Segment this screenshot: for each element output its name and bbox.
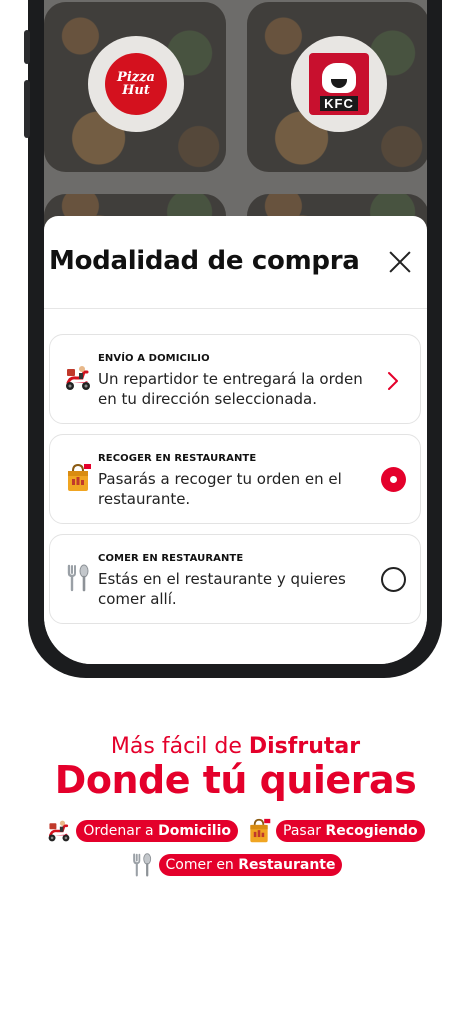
promo-tagline: Más fácil de Disfrutar <box>110 734 361 759</box>
promo-pill-row: Ordenar a Domicilio Pasar Recogiendo <box>0 818 471 844</box>
option-delivery[interactable]: ENVÍO A DOMICILIO Un repartidor te entre… <box>49 334 421 424</box>
pickup-bag-icon <box>246 818 272 844</box>
utensils-icon <box>64 563 92 593</box>
brand-logo-circle: KFC <box>291 36 387 132</box>
restaurant-tile-pizza-hut[interactable]: Pizza Hut <box>44 2 226 172</box>
delivery-scooter-icon <box>64 363 92 393</box>
modal-title: Modalidad de compra <box>49 246 360 276</box>
promo-pill-delivery: Ordenar a Domicilio <box>46 818 239 844</box>
option-caption: RECOGER EN RESTAURANTE <box>98 453 257 464</box>
promo-pill-pickup: Pasar Recogiendo <box>246 818 425 844</box>
radio-selected[interactable] <box>381 467 406 492</box>
phone-screen: Pizza Hut KFC Modalidad de compra ENVÍO … <box>44 0 427 664</box>
brand-logo-circle: Pizza Hut <box>88 36 184 132</box>
option-dine-in[interactable]: COMER EN RESTAURANTE Estás en el restaur… <box>49 534 421 624</box>
kfc-logo: KFC <box>309 53 369 115</box>
option-caption: ENVÍO A DOMICILIO <box>98 353 210 364</box>
option-description: Pasarás a recoger tu orden en el restaur… <box>98 470 342 508</box>
chevron-right-icon[interactable] <box>387 371 399 391</box>
promo-headline: Donde tú quieras <box>54 758 417 802</box>
colonel-face-icon <box>322 63 356 93</box>
purchase-mode-modal: Modalidad de compra ENVÍO A DOMICILIO Un… <box>44 216 427 664</box>
phone-volume-button <box>24 80 30 138</box>
phone-side-button <box>24 30 30 64</box>
restaurant-tile-kfc[interactable]: KFC <box>247 2 427 172</box>
utensils-icon <box>129 852 155 878</box>
promo-pill-row: Comer en Restaurante <box>0 852 471 878</box>
modal-header: Modalidad de compra <box>44 216 427 309</box>
radio-unselected[interactable] <box>381 567 406 592</box>
option-caption: COMER EN RESTAURANTE <box>98 553 244 564</box>
option-description: Un repartidor te entregará la orden en t… <box>98 370 363 408</box>
option-pickup[interactable]: RECOGER EN RESTAURANTE Pasarás a recoger… <box>49 434 421 524</box>
pizza-hut-logo: Pizza Hut <box>105 53 167 115</box>
option-description: Estás en el restaurante y quieres comer … <box>98 570 346 608</box>
restaurant-grid: Pizza Hut KFC <box>44 0 427 254</box>
delivery-scooter-icon <box>46 818 72 844</box>
close-icon[interactable] <box>388 250 412 274</box>
promo-pill-dine-in: Comer en Restaurante <box>129 852 343 878</box>
pickup-bag-icon <box>64 463 92 493</box>
